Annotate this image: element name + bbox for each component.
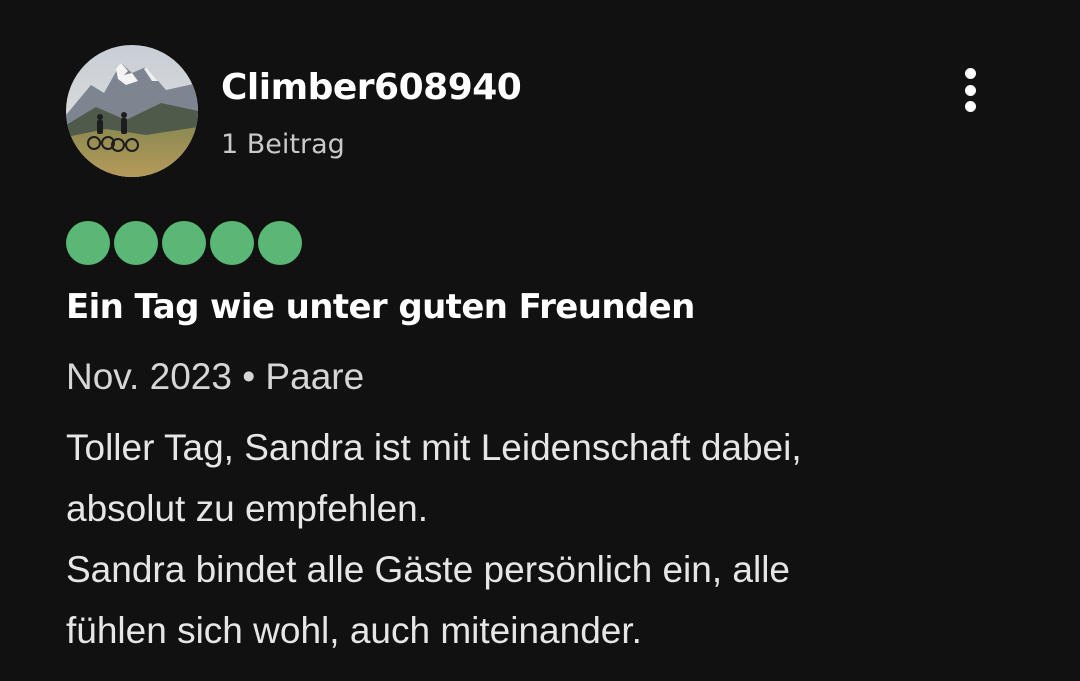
review-text-line: absolut zu empfehlen.	[66, 488, 429, 529]
review-card: Climber608940 1 Beitrag Ein Tag wie unte…	[0, 0, 1080, 681]
review-text-line: fühlen sich wohl, auch miteinander.	[66, 610, 642, 651]
username[interactable]: Climber608940	[221, 66, 522, 110]
rating-bubble-icon	[66, 221, 110, 265]
more-vertical-icon	[964, 101, 976, 112]
rating-bubble-icon	[210, 221, 254, 265]
review-text-line: Toller Tag, Sandra ist mit Leidenschaft …	[66, 427, 802, 468]
more-vertical-icon	[964, 84, 976, 96]
review-title: Ein Tag wie unter guten Freunden	[66, 287, 695, 327]
rating-bubble-icon	[114, 221, 158, 265]
review-text-line: Sandra bindet alle Gäste persönlich ein,…	[66, 549, 791, 590]
rating-bubble-icon	[162, 221, 206, 265]
user-avatar[interactable]	[66, 45, 198, 177]
more-vertical-icon	[964, 68, 976, 79]
rating-bubbles	[66, 221, 302, 265]
review-date-and-trip-type: Nov. 2023 • Paare	[66, 356, 365, 397]
mountain-cyclists-avatar	[66, 45, 198, 177]
rating-bubble-icon	[258, 221, 302, 265]
more-options-button[interactable]	[948, 62, 992, 118]
review-text: Toller Tag, Sandra ist mit Leidenschaft …	[66, 417, 1026, 661]
contribution-count: 1 Beitrag	[221, 129, 345, 160]
